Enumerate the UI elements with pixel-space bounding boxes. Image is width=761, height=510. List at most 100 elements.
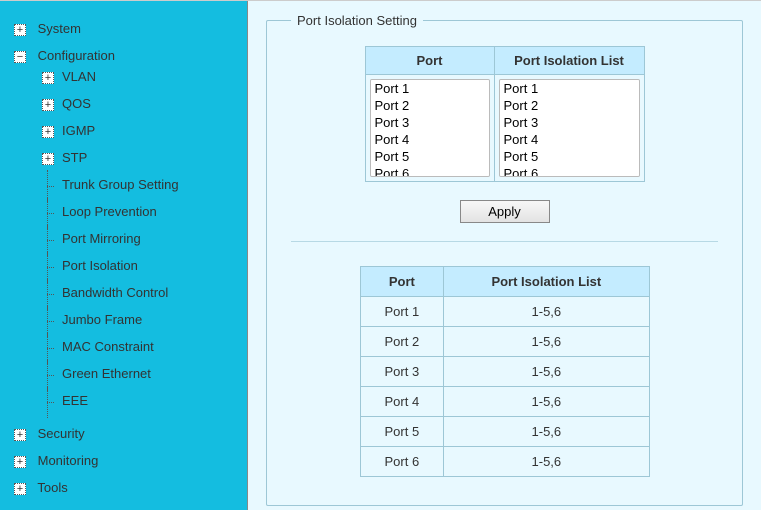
tree-line-icon — [42, 180, 54, 192]
selector-row: Port Port 1Port 2Port 3Port 4Port 5Port … — [291, 46, 718, 182]
nav-label: QOS — [62, 96, 91, 111]
cell-isolation: 1-5,6 — [444, 327, 649, 357]
cell-isolation: 1-5,6 — [444, 447, 649, 477]
nav-label: System — [38, 21, 81, 36]
nav-jumbo-frame[interactable]: Jumbo Frame — [34, 306, 247, 333]
expand-icon[interactable]: + — [42, 72, 54, 84]
port-option[interactable]: Port 3 — [371, 114, 489, 131]
nav-trunk-group[interactable]: Trunk Group Setting — [34, 171, 247, 198]
sidebar: + System − Configuration +VLAN +QOS +IGM… — [0, 1, 248, 510]
nav-tools[interactable]: + Tools — [0, 474, 247, 501]
cell-isolation: 1-5,6 — [444, 417, 649, 447]
tree-line-icon — [42, 315, 54, 327]
port-option[interactable]: Port 5 — [371, 148, 489, 165]
cell-isolation: 1-5,6 — [444, 297, 649, 327]
nav-stp[interactable]: + STP — [34, 144, 247, 171]
isolation-select-column: Port Isolation List Port 1Port 2Port 3Po… — [495, 46, 645, 182]
expand-icon[interactable]: + — [42, 126, 54, 138]
nav-port-mirroring[interactable]: Port Mirroring — [34, 225, 247, 252]
port-select[interactable]: Port 1Port 2Port 3Port 4Port 5Port 6 — [370, 79, 490, 177]
nav-label: EEE — [62, 393, 88, 408]
expand-icon[interactable]: + — [14, 456, 26, 468]
tree-line-icon — [42, 288, 54, 300]
expand-icon[interactable]: + — [14, 24, 26, 36]
nav-qos[interactable]: + QOS — [34, 90, 247, 117]
table-row: Port 21-5,6 — [360, 327, 649, 357]
isolation-result-table: Port Port Isolation List Port 11-5,6Port… — [360, 266, 650, 477]
nav-configuration-children: + VLAN + QOS + IGMP + STP Trunk Group Settin… — [14, 63, 247, 414]
nav-label: Monitoring — [38, 453, 99, 468]
tree-line-icon — [42, 234, 54, 246]
isolation-option[interactable]: Port 5 — [500, 148, 639, 165]
nav-label: Green Ethernet — [62, 366, 151, 381]
nav-green-ethernet[interactable]: Green Ethernet — [34, 360, 247, 387]
nav-bandwidth-control[interactable]: Bandwidth Control — [34, 279, 247, 306]
main-content: Port Isolation Setting Port Port 1Port 2… — [248, 1, 761, 510]
cell-port: Port 3 — [360, 357, 444, 387]
isolation-option[interactable]: Port 3 — [500, 114, 639, 131]
port-option[interactable]: Port 1 — [371, 80, 489, 97]
isolation-option[interactable]: Port 2 — [500, 97, 639, 114]
nav-mac-constraint[interactable]: MAC Constraint — [34, 333, 247, 360]
collapse-icon[interactable]: − — [14, 51, 26, 63]
tree-line-icon — [42, 342, 54, 354]
isolation-option[interactable]: Port 1 — [500, 80, 639, 97]
port-select-column: Port Port 1Port 2Port 3Port 4Port 5Port … — [365, 46, 495, 182]
nav-label: STP — [62, 150, 87, 165]
cell-port: Port 2 — [360, 327, 444, 357]
panel-legend: Port Isolation Setting — [291, 13, 423, 28]
tree-line-icon — [42, 207, 54, 219]
nav-configuration[interactable]: − Configuration +VLAN +QOS +IGMP +STP Tr… — [0, 42, 247, 420]
cell-port: Port 6 — [360, 447, 444, 477]
tree-line-icon — [42, 396, 54, 408]
nav-label: Loop Prevention — [62, 204, 157, 219]
isolation-option[interactable]: Port 6 — [500, 165, 639, 177]
cell-port: Port 5 — [360, 417, 444, 447]
nav-igmp[interactable]: + IGMP — [34, 117, 247, 144]
nav-vlan[interactable]: + VLAN — [34, 63, 247, 90]
nav-system[interactable]: + System — [0, 15, 247, 42]
nav-loop-prevention[interactable]: Loop Prevention — [34, 198, 247, 225]
expand-icon[interactable]: + — [42, 99, 54, 111]
tree-line-icon — [42, 261, 54, 273]
nav-label: MAC Constraint — [62, 339, 154, 354]
expand-icon[interactable]: + — [14, 429, 26, 441]
expand-icon[interactable]: + — [14, 483, 26, 495]
cell-port: Port 1 — [360, 297, 444, 327]
nav-eee[interactable]: EEE — [34, 387, 247, 414]
tree-line-icon — [42, 369, 54, 381]
port-option[interactable]: Port 2 — [371, 97, 489, 114]
cell-isolation: 1-5,6 — [444, 357, 649, 387]
nav-label: VLAN — [62, 69, 96, 84]
nav-label: Port Isolation — [62, 258, 138, 273]
cell-port: Port 4 — [360, 387, 444, 417]
app-window: + System − Configuration +VLAN +QOS +IGM… — [0, 0, 761, 510]
nav-security[interactable]: + Security — [0, 420, 247, 447]
table-row: Port 51-5,6 — [360, 417, 649, 447]
table-row: Port 61-5,6 — [360, 447, 649, 477]
port-option[interactable]: Port 6 — [371, 165, 489, 177]
table-row: Port 11-5,6 — [360, 297, 649, 327]
nav-tree: + System − Configuration +VLAN +QOS +IGM… — [0, 15, 247, 501]
result-header-isolation: Port Isolation List — [444, 267, 649, 297]
isolation-select-header: Port Isolation List — [495, 47, 644, 75]
nav-port-isolation[interactable]: Port Isolation — [34, 252, 247, 279]
table-row: Port 41-5,6 — [360, 387, 649, 417]
nav-label: IGMP — [62, 123, 95, 138]
nav-monitoring[interactable]: + Monitoring — [0, 447, 247, 474]
nav-label: Port Mirroring — [62, 231, 141, 246]
isolation-option[interactable]: Port 4 — [500, 131, 639, 148]
port-select-header: Port — [366, 47, 494, 75]
divider — [291, 241, 718, 242]
nav-label: Tools — [37, 480, 67, 495]
result-header-port: Port — [360, 267, 444, 297]
nav-label: Bandwidth Control — [62, 285, 168, 300]
port-isolation-panel: Port Isolation Setting Port Port 1Port 2… — [266, 13, 743, 506]
cell-isolation: 1-5,6 — [444, 387, 649, 417]
isolation-select[interactable]: Port 1Port 2Port 3Port 4Port 5Port 6 — [499, 79, 640, 177]
port-option[interactable]: Port 4 — [371, 131, 489, 148]
apply-button[interactable]: Apply — [460, 200, 550, 223]
nav-label: Jumbo Frame — [62, 312, 142, 327]
nav-label: Trunk Group Setting — [62, 177, 179, 192]
expand-icon[interactable]: + — [42, 153, 54, 165]
